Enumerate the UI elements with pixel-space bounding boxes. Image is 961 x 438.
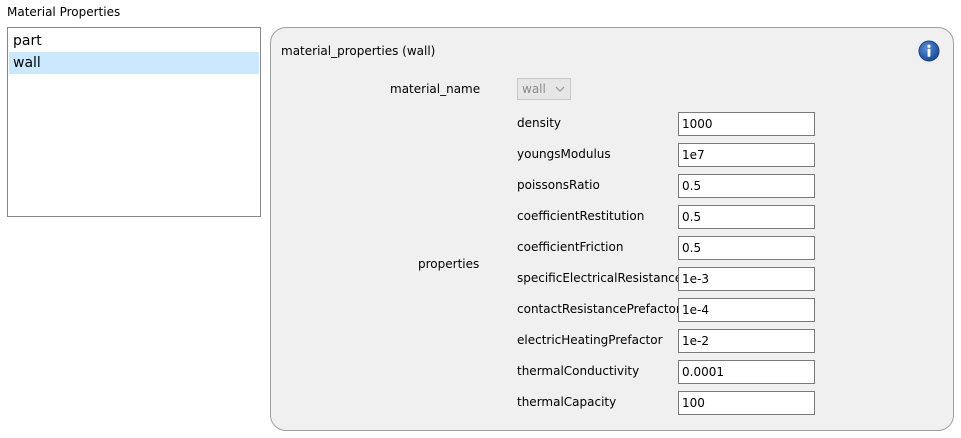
property-row-poissons-ratio: poissonsRatio xyxy=(517,174,817,198)
property-row-thermal-capacity: thermalCapacity xyxy=(517,391,817,415)
property-label: contactResistancePrefactor xyxy=(517,302,681,316)
property-label: coefficientRestitution xyxy=(517,209,645,223)
property-label: coefficientFriction xyxy=(517,240,624,254)
list-item-wall[interactable]: wall xyxy=(9,52,259,74)
panel-title: material_properties (wall) xyxy=(281,44,436,58)
property-label: electricHeatingPrefactor xyxy=(517,333,663,347)
material-properties-panel: material_properties (wall) material_name… xyxy=(270,27,954,431)
property-label: specificElectricalResistance xyxy=(517,271,683,285)
property-row-youngs-modulus: youngsModulus xyxy=(517,143,817,167)
property-row-specific-electrical-resistance: specificElectricalResistance xyxy=(517,267,817,291)
coefficient-restitution-input[interactable] xyxy=(678,205,815,229)
property-label: thermalConductivity xyxy=(517,364,640,378)
poissons-ratio-input[interactable] xyxy=(678,174,815,198)
youngs-modulus-input[interactable] xyxy=(678,143,815,167)
coefficient-friction-input[interactable] xyxy=(678,236,815,260)
contact-resistance-prefactor-input[interactable] xyxy=(678,298,815,322)
property-label: poissonsRatio xyxy=(517,178,600,192)
property-row-contact-resistance-prefactor: contactResistancePrefactor xyxy=(517,298,817,322)
property-row-thermal-conductivity: thermalConductivity xyxy=(517,360,817,384)
property-label: density xyxy=(517,116,561,130)
property-row-coefficient-friction: coefficientFriction xyxy=(517,236,817,260)
material-name-select[interactable]: wall xyxy=(517,78,571,100)
property-label: youngsModulus xyxy=(517,147,611,161)
page-title: Material Properties xyxy=(7,5,121,19)
properties-label: properties xyxy=(418,257,480,271)
property-label: thermalCapacity xyxy=(517,395,617,409)
property-row-density: density xyxy=(517,112,817,136)
material-name-label: material_name xyxy=(390,82,481,96)
property-row-coefficient-restitution: coefficientRestitution xyxy=(517,205,817,229)
material-list[interactable]: part wall xyxy=(7,27,261,217)
electric-heating-prefactor-input[interactable] xyxy=(678,329,815,353)
chevron-down-icon xyxy=(555,86,565,92)
density-input[interactable] xyxy=(678,112,815,136)
thermal-conductivity-input[interactable] xyxy=(678,360,815,384)
info-icon[interactable] xyxy=(918,40,940,62)
list-item-part[interactable]: part xyxy=(9,30,259,52)
thermal-capacity-input[interactable] xyxy=(678,391,815,415)
property-row-electric-heating-prefactor: electricHeatingPrefactor xyxy=(517,329,817,353)
specific-electrical-resistance-input[interactable] xyxy=(678,267,815,291)
material-name-value: wall xyxy=(522,82,546,96)
